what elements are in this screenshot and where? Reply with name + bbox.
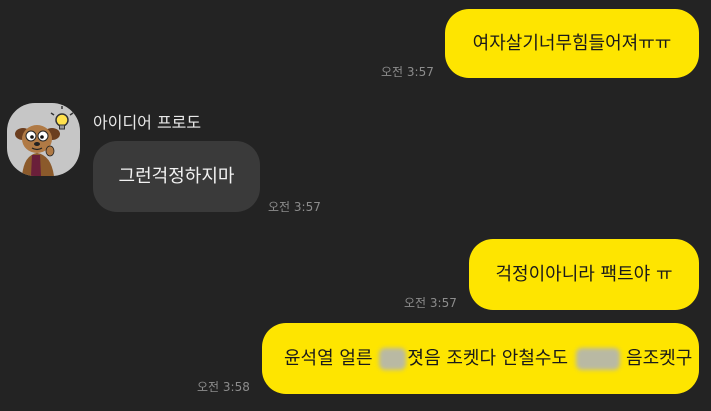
message-text: 여자살기너무힘들어져ㅠㅠ xyxy=(472,32,672,54)
message-text: 윤석열 얼른 xyxy=(284,347,373,369)
message-timestamp: 오전 3:57 xyxy=(268,200,321,214)
my-message-bubble[interactable]: 윤석열 얼른 졋음 조켓다 안철수도 음조켓구 xyxy=(262,323,699,394)
other-message-bubble[interactable]: 그런걱정하지마 xyxy=(93,141,260,212)
frodo-character-avatar-icon xyxy=(15,106,74,176)
my-message-bubble[interactable]: 여자살기너무힘들어져ㅠㅠ xyxy=(445,9,699,78)
message-text: 그런걱정하지마 xyxy=(118,165,235,187)
message-timestamp: 오전 3:58 xyxy=(197,380,250,394)
sender-name: 아이디어 프로도 xyxy=(93,113,202,132)
message-timestamp: 오전 3:57 xyxy=(381,65,434,79)
redacted-blur xyxy=(378,347,406,370)
message-text: 음조켓구 xyxy=(626,347,693,369)
message-timestamp: 오전 3:57 xyxy=(404,296,457,310)
contact-avatar[interactable] xyxy=(7,103,80,176)
redacted-blur xyxy=(576,347,621,370)
message-text: 졋음 조켓다 안철수도 xyxy=(407,347,569,369)
chat-room: 오전 3:57 여자살기너무힘들어져ㅠㅠ 아이디어 프로도 그런걱정하지마 오전… xyxy=(0,0,711,411)
my-message-bubble[interactable]: 걱정이아니라 팩트야 ㅠ xyxy=(469,239,699,310)
message-text: 걱정이아니라 팩트야 ㅠ xyxy=(495,263,673,285)
